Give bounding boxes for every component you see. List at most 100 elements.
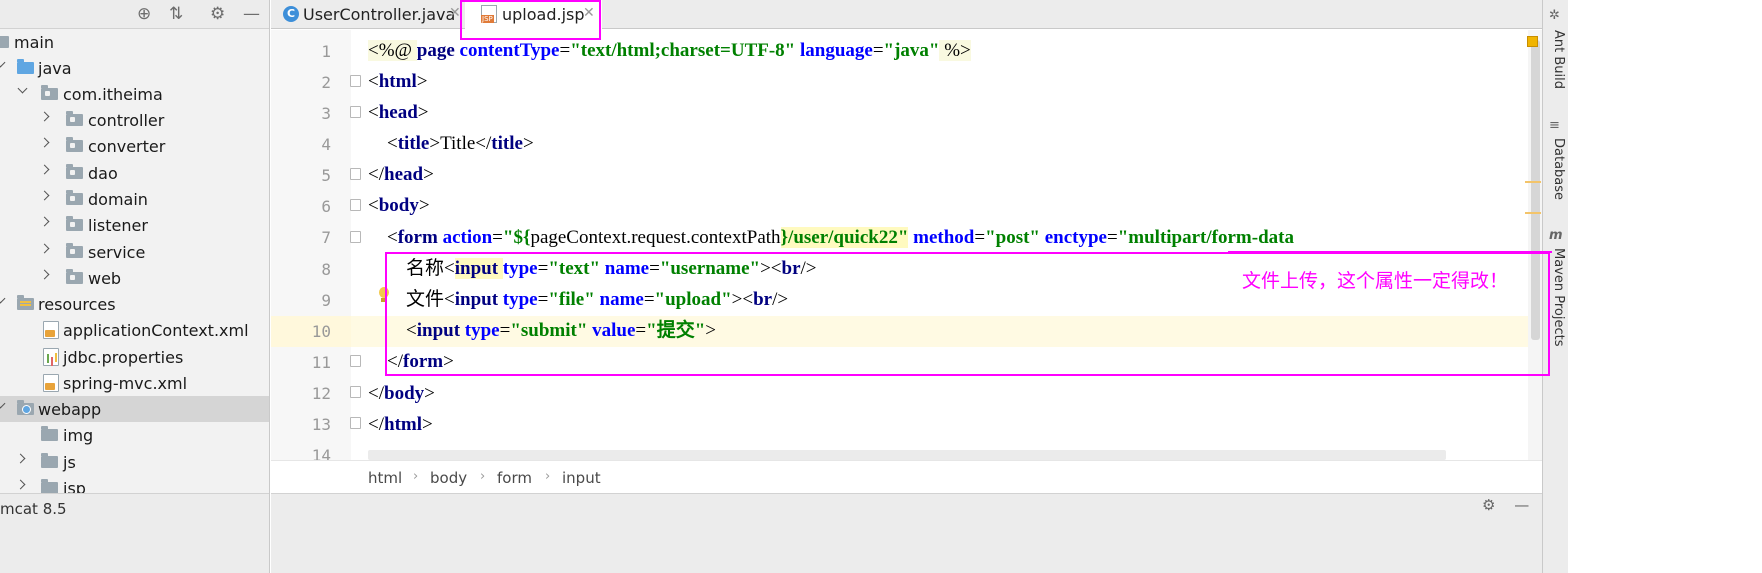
- code-token: >: [416, 71, 428, 92]
- source-folder-icon: [17, 59, 34, 74]
- tree-item-webapp[interactable]: webapp: [0, 396, 269, 422]
- xml-file-icon: [43, 321, 59, 339]
- line-number: 3: [321, 104, 331, 123]
- tree-item-applicationcontext-xml[interactable]: applicationContext.xml: [0, 317, 269, 343]
- tree-item-web[interactable]: web: [0, 265, 269, 291]
- package-icon: [66, 111, 83, 126]
- code-token: head: [384, 164, 424, 185]
- code-token: >Title</: [429, 133, 492, 154]
- breadcrumb-item[interactable]: body: [430, 469, 467, 487]
- locate-icon[interactable]: ⊕: [137, 4, 151, 24]
- folder-icon: [41, 426, 58, 441]
- xml-file-icon: [43, 374, 59, 392]
- code-token: </: [368, 414, 384, 435]
- breadcrumb-item[interactable]: form: [497, 469, 532, 487]
- tree-item-img[interactable]: img: [0, 422, 269, 448]
- code-token: <: [368, 133, 398, 154]
- tree-item-java[interactable]: java: [0, 55, 269, 81]
- code-token: page: [416, 40, 460, 61]
- collapse-all-icon[interactable]: ⇅: [169, 4, 183, 24]
- code-token: =: [1107, 227, 1118, 248]
- code-line-5[interactable]: </head>: [368, 164, 434, 186]
- package-icon: [41, 85, 58, 100]
- code-token: html: [384, 414, 422, 435]
- breadcrumb-item[interactable]: input: [562, 469, 601, 487]
- chevron-right-icon[interactable]: [40, 242, 52, 254]
- code-token: }/user/quick22": [780, 227, 909, 248]
- run-config-label[interactable]: mcat 8.5: [0, 500, 67, 518]
- chevron-right-icon[interactable]: [40, 163, 52, 175]
- bottom-panel-header: [271, 493, 1542, 573]
- package-icon: [66, 269, 83, 284]
- breadcrumb-item[interactable]: html: [368, 469, 402, 487]
- chevron-right-icon[interactable]: [40, 136, 52, 148]
- chevron-right-icon[interactable]: [40, 110, 52, 122]
- tree-item-com-itheima[interactable]: com.itheima: [0, 81, 269, 107]
- code-line-13[interactable]: </html>: [368, 414, 433, 436]
- code-token: pageContext.request.contextPath: [530, 227, 781, 248]
- code-line-1[interactable]: <%@ page contentType="text/html;charset=…: [368, 40, 971, 62]
- chevron-down-icon[interactable]: [0, 58, 6, 70]
- fold-marker[interactable]: [350, 75, 361, 87]
- project-tree-panel: ⊕ ⇅ ⚙ — main java com.itheima controller…: [0, 0, 270, 573]
- error-stripe-mark[interactable]: [1525, 181, 1541, 183]
- tree-item-jdbc-properties[interactable]: jdbc.properties: [0, 344, 269, 370]
- tree-item-label: domain: [88, 190, 148, 209]
- fold-marker[interactable]: [350, 386, 361, 398]
- fold-marker[interactable]: [350, 231, 361, 243]
- tree-item-js[interactable]: js: [0, 449, 269, 475]
- breadcrumb: html › body › form › input: [271, 460, 1542, 493]
- run-panel-header: mcat 8.5: [0, 493, 269, 573]
- gear-icon[interactable]: ⚙: [1482, 496, 1495, 514]
- fold-marker[interactable]: [350, 417, 361, 429]
- code-line-3[interactable]: <head>: [368, 102, 429, 124]
- chevron-right-icon[interactable]: [40, 189, 52, 201]
- close-icon[interactable]: ✕: [449, 5, 461, 21]
- chevron-down-icon[interactable]: [0, 294, 6, 306]
- fold-marker[interactable]: [350, 106, 361, 118]
- chevron-right-icon[interactable]: [16, 452, 28, 464]
- maven-icon: m: [1549, 228, 1563, 243]
- tab-usercontroller-java[interactable]: C UserController.java ✕: [281, 0, 461, 29]
- fold-marker[interactable]: [350, 199, 361, 211]
- tree-item-domain[interactable]: domain: [0, 186, 269, 212]
- code-token: %>: [939, 40, 971, 61]
- tree-item-controller[interactable]: controller: [0, 107, 269, 133]
- tree-item-resources[interactable]: resources: [0, 291, 269, 317]
- gear-icon[interactable]: ⚙: [210, 4, 225, 24]
- code-line-2[interactable]: <html>: [368, 71, 427, 93]
- fold-marker[interactable]: [350, 168, 361, 180]
- tree-item-label: web: [88, 269, 122, 288]
- fold-marker[interactable]: [350, 355, 361, 367]
- warning-icon[interactable]: [1527, 36, 1538, 47]
- chevron-down-icon[interactable]: [0, 399, 6, 411]
- chevron-down-icon[interactable]: [16, 84, 28, 96]
- error-stripe-mark[interactable]: [1525, 212, 1541, 214]
- tree-item-spring-mvc-xml[interactable]: spring-mvc.xml: [0, 370, 269, 396]
- code-token: >: [417, 102, 429, 123]
- tree-item-service[interactable]: service: [0, 239, 269, 265]
- chevron-right-icon[interactable]: [40, 268, 52, 280]
- properties-file-icon: [43, 348, 59, 366]
- code-line-12[interactable]: </body>: [368, 383, 435, 405]
- tree-item-listener[interactable]: listener: [0, 212, 269, 238]
- code-line-4[interactable]: <title>Title</title>: [368, 133, 534, 155]
- tree-item-label: listener: [88, 216, 148, 235]
- chevron-right-icon[interactable]: [40, 215, 52, 227]
- tree-item-converter[interactable]: converter: [0, 133, 269, 159]
- tree-item-main[interactable]: main: [0, 29, 269, 55]
- chevron-right-icon[interactable]: [16, 478, 28, 490]
- hide-icon[interactable]: —: [1514, 496, 1529, 514]
- horizontal-scrollbar[interactable]: [368, 450, 1446, 460]
- hide-icon[interactable]: —: [243, 4, 260, 24]
- tool-window-ant-build[interactable]: Ant Build: [1544, 30, 1566, 89]
- code-line-7[interactable]: <form action="${pageContext.request.cont…: [368, 227, 1541, 249]
- code-line-6[interactable]: <body>: [368, 195, 430, 217]
- tree-item-label: java: [38, 59, 72, 78]
- code-token: body: [378, 195, 419, 216]
- tool-window-database[interactable]: Database: [1544, 138, 1566, 200]
- chevron-right-icon: ›: [545, 469, 551, 484]
- tree-item-dao[interactable]: dao: [0, 160, 269, 186]
- package-icon: [66, 216, 83, 231]
- annotation-highlight-tab: [460, 0, 601, 40]
